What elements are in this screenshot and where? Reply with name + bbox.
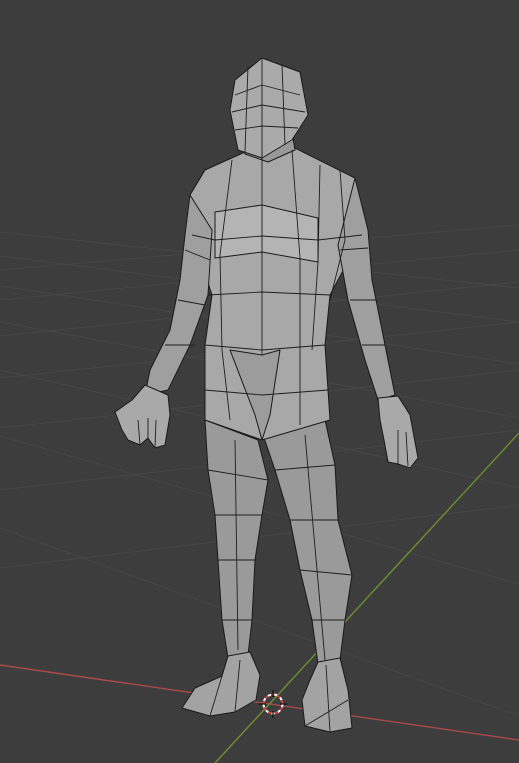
- 3d-viewport[interactable]: [0, 0, 519, 763]
- left-arm[interactable]: [144, 194, 213, 396]
- torso[interactable]: [189, 147, 363, 441]
- humanoid-mesh[interactable]: [114, 57, 419, 733]
- head[interactable]: [229, 57, 309, 159]
- left-foot[interactable]: [181, 651, 261, 717]
- right-foot[interactable]: [301, 657, 353, 733]
- viewport-canvas[interactable]: [0, 0, 519, 763]
- right-arm[interactable]: [337, 177, 396, 401]
- left-hand[interactable]: [114, 384, 171, 449]
